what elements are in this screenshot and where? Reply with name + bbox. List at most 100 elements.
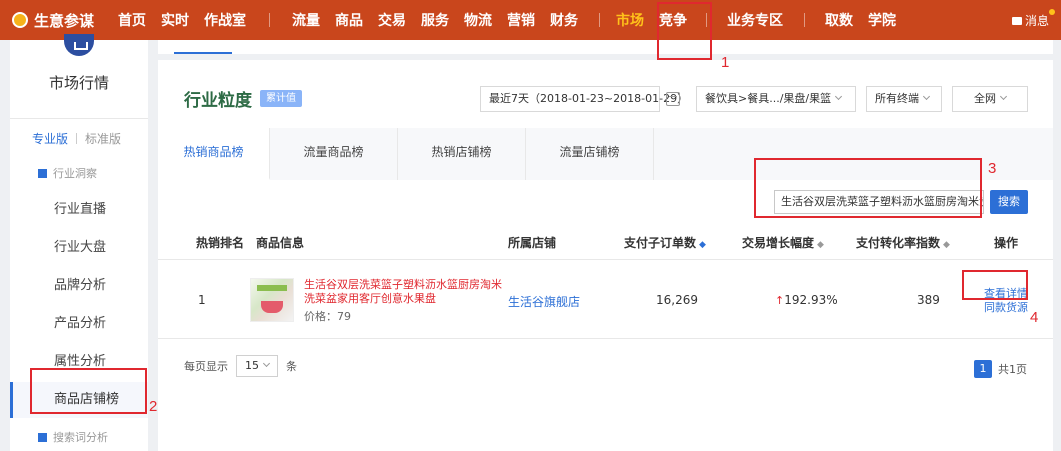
shop-link[interactable]: 生活谷旗舰店 <box>508 293 580 310</box>
tab-pro-version[interactable]: 专业版 <box>32 130 68 147</box>
version-switch: 专业版 标准版 <box>32 130 121 147</box>
nav-divider <box>804 13 805 27</box>
header-conversion[interactable]: 支付转化率指数 ◆ <box>856 232 950 256</box>
mail-icon <box>1011 16 1022 25</box>
table-row: 1 生活谷双层洗菜篮子塑料沥水篮厨房淘米洗菜盆家用客厅创意水果盘 价格：79 生… <box>158 261 1053 339</box>
annotation-box-1 <box>657 2 712 60</box>
search-button[interactable]: 搜索 <box>990 190 1028 214</box>
category-filter[interactable]: 餐饮具>餐具.../果盘/果篮 <box>696 86 856 112</box>
header-conversion-label: 支付转化率指数 <box>856 236 941 250</box>
sidebar-item-industry-overview[interactable]: 行业大盘 <box>10 230 148 266</box>
sort-icon: ◆ <box>817 240 824 250</box>
sort-icon: ◆ <box>943 240 950 250</box>
top-navigation-bar: 生意参谋 首页 实时 作战室 流量 商品 交易 服务 物流 营销 财务 市场 竞… <box>0 0 1061 40</box>
tab-traffic-shops[interactable]: 流量店铺榜 <box>526 128 654 180</box>
same-source-link[interactable]: 同款货源 <box>984 299 1028 315</box>
header-orders-label: 支付子订单数 <box>624 236 697 250</box>
date-range-filter[interactable]: 最近7天（2018-01-23~2018-01-29） <box>480 86 688 112</box>
tab-standard-version[interactable]: 标准版 <box>85 130 121 147</box>
nav-item-traffic[interactable]: 流量 <box>292 10 320 30</box>
network-filter[interactable]: 全网 <box>952 86 1028 112</box>
sidebar-group-search[interactable]: 搜索词分析 <box>38 429 108 445</box>
chart-icon <box>38 432 47 442</box>
row-growth-value: 192.93% <box>784 293 838 307</box>
sidebar-group-label: 搜索词分析 <box>53 431 108 444</box>
sidebar-item-brand-analysis[interactable]: 品牌分析 <box>10 268 148 304</box>
sidebar-divider <box>10 118 148 119</box>
nav-item-trade[interactable]: 交易 <box>378 10 406 30</box>
market-emblem-icon <box>64 34 94 56</box>
page-number-button[interactable]: 1 <box>974 360 992 378</box>
annotation-number-1: 1 <box>721 54 730 71</box>
product-thumbnail[interactable] <box>250 278 294 322</box>
header-rank: 热销排名 <box>196 236 245 250</box>
header-orders[interactable]: 支付子订单数 ◆ <box>624 232 706 256</box>
active-underline <box>174 52 232 54</box>
brand-name: 生意参谋 <box>34 11 95 30</box>
product-title-link[interactable]: 生活谷双层洗菜篮子塑料沥水篮厨房淘米洗菜盆家用客厅创意水果盘 <box>304 278 504 306</box>
header-growth-label: 交易增长幅度 <box>742 236 815 250</box>
nav-item-logistics[interactable]: 物流 <box>464 10 492 30</box>
tab-traffic-products[interactable]: 流量商品榜 <box>270 128 398 180</box>
tab-hot-shops[interactable]: 热销店铺榜 <box>398 128 526 180</box>
page-title: 行业粒度 <box>184 91 252 111</box>
annotation-box-2 <box>30 368 147 414</box>
terminal-filter-label: 所有终端 <box>875 92 919 105</box>
annotation-number-4: 4 <box>1030 309 1039 326</box>
sort-icon: ◆ <box>699 240 706 250</box>
row-rank: 1 <box>198 293 206 307</box>
table-header: 热销排名 商品信息 所属店铺 支付子订单数 ◆ 交易增长幅度 ◆ 支付转化率指数 ◆ … <box>158 232 1053 260</box>
page-size-value: 15 <box>245 359 259 372</box>
nav-item-home[interactable]: 首页 <box>118 10 146 30</box>
nav-item-data-fetch[interactable]: 取数 <box>825 10 853 30</box>
row-conversion: 389 <box>917 293 940 307</box>
arrow-up-icon: ↑ <box>775 294 785 307</box>
header-growth[interactable]: 交易增长幅度 ◆ <box>742 232 824 256</box>
nav-item-academy[interactable]: 学院 <box>868 10 896 30</box>
chevron-down-icon <box>262 359 271 368</box>
sidebar-item-product-analysis[interactable]: 产品分析 <box>10 306 148 342</box>
message-button[interactable]: 消息 <box>1011 9 1055 29</box>
nav-item-warroom[interactable]: 作战室 <box>204 10 246 30</box>
sidebar-group-insight: 行业洞察 <box>38 165 97 181</box>
chevron-down-icon <box>999 92 1008 101</box>
chevron-down-icon <box>922 92 931 101</box>
product-price: 价格：79 <box>304 310 351 323</box>
chart-icon <box>38 168 47 178</box>
row-growth: ↑192.93% <box>775 293 838 307</box>
page-size-control: 每页显示 15 条 <box>184 355 297 377</box>
nav-divider <box>269 13 270 27</box>
annotation-box-3 <box>754 158 982 218</box>
nav-item-finance[interactable]: 财务 <box>550 10 578 30</box>
nav-item-business-zone[interactable]: 业务专区 <box>727 10 783 30</box>
nav-item-product[interactable]: 商品 <box>335 10 363 30</box>
nav-item-service[interactable]: 服务 <box>421 10 449 30</box>
nav-divider <box>599 13 600 27</box>
sidebar-group-label: 行业洞察 <box>53 167 97 180</box>
sidebar-title: 市场行情 <box>48 74 109 92</box>
main-panel: 行业粒度 累计值 最近7天（2018-01-23~2018-01-29） 餐饮具… <box>158 60 1053 451</box>
annotation-box-4 <box>962 270 1028 300</box>
page-size-select[interactable]: 15 <box>236 355 278 377</box>
tab-hot-products[interactable]: 热销商品榜 <box>158 128 270 180</box>
sidebar-item-industry-live[interactable]: 行业直播 <box>10 192 148 228</box>
page-total: 共1页 <box>998 363 1027 376</box>
version-divider <box>76 133 78 144</box>
annotation-number-3: 3 <box>988 160 997 177</box>
row-orders: 16,269 <box>656 293 698 307</box>
header-product: 商品信息 <box>256 236 305 250</box>
header-shop: 所属店铺 <box>508 236 557 250</box>
annotation-number-2: 2 <box>149 398 158 415</box>
brand[interactable]: 生意参谋 <box>0 10 118 31</box>
page-size-suffix: 条 <box>286 360 297 373</box>
nav-item-market[interactable]: 市场 <box>616 10 644 30</box>
brand-logo-icon <box>12 12 28 28</box>
nav-item-realtime[interactable]: 实时 <box>161 10 189 30</box>
nav-item-marketing[interactable]: 营销 <box>507 10 535 30</box>
calendar-icon[interactable] <box>666 92 680 106</box>
message-label: 消息 <box>1024 14 1049 28</box>
main-top-strip <box>158 40 1053 54</box>
page-size-prefix: 每页显示 <box>184 360 228 373</box>
terminal-filter[interactable]: 所有终端 <box>866 86 942 112</box>
notification-dot <box>1049 9 1055 15</box>
